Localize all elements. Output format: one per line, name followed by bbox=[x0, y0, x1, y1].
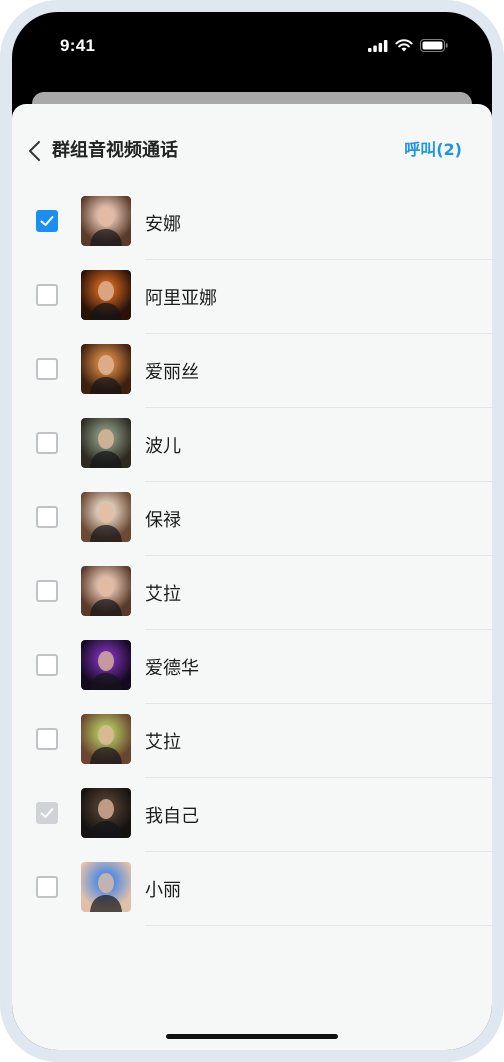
person-silhouette bbox=[90, 281, 122, 320]
contact-name: 爱丽丝 bbox=[145, 362, 199, 383]
contact-row[interactable]: 爱丽丝 bbox=[12, 334, 492, 408]
contact-checkbox[interactable] bbox=[36, 728, 58, 750]
contact-name: 艾拉 bbox=[145, 584, 181, 605]
contact-name: 爱德华 bbox=[145, 658, 199, 679]
person-silhouette bbox=[90, 355, 122, 394]
contact-avatar bbox=[81, 640, 131, 690]
contact-row[interactable]: 艾拉 bbox=[12, 704, 492, 778]
status-icons bbox=[368, 39, 448, 52]
cellular-signal-icon bbox=[368, 39, 388, 52]
wifi-icon bbox=[395, 39, 413, 52]
person-silhouette bbox=[90, 429, 122, 468]
contact-checkbox[interactable] bbox=[36, 506, 58, 528]
contact-row[interactable]: 我自己 bbox=[12, 778, 492, 852]
person-silhouette bbox=[90, 725, 122, 764]
person-silhouette bbox=[90, 503, 122, 542]
person-silhouette bbox=[90, 207, 122, 246]
device-frame: 9:41 群组音视频通话 呼叫(2) 安娜 阿里亚娜 爱丽丝 波儿 保禄 艾拉 … bbox=[0, 0, 504, 1062]
status-time: 9:41 bbox=[60, 36, 96, 55]
contact-checkbox[interactable] bbox=[36, 432, 58, 454]
contact-name: 小丽 bbox=[145, 880, 181, 901]
person-silhouette bbox=[90, 799, 122, 838]
chevron-left-icon[interactable] bbox=[26, 139, 46, 163]
contact-checkbox[interactable] bbox=[36, 284, 58, 306]
contact-avatar bbox=[81, 270, 131, 320]
contact-name: 波儿 bbox=[145, 436, 181, 457]
page-title: 群组音视频通话 bbox=[52, 140, 178, 161]
contact-name: 阿里亚娜 bbox=[145, 288, 217, 309]
contact-avatar bbox=[81, 566, 131, 616]
contact-checkbox[interactable] bbox=[36, 210, 58, 232]
status-bar: 9:41 bbox=[12, 12, 492, 82]
contact-checkbox[interactable] bbox=[36, 654, 58, 676]
contact-checkbox bbox=[36, 802, 58, 824]
contact-avatar bbox=[81, 196, 131, 246]
person-silhouette bbox=[90, 873, 122, 912]
contact-name: 安娜 bbox=[145, 214, 181, 235]
contact-checkbox[interactable] bbox=[36, 358, 58, 380]
checkmark-icon bbox=[40, 216, 54, 226]
contact-avatar bbox=[81, 714, 131, 764]
group-call-sheet: 群组音视频通话 呼叫(2) 安娜 阿里亚娜 爱丽丝 波儿 保禄 艾拉 爱德华 艾拉 我自己 小丽 bbox=[12, 104, 492, 1050]
contact-name: 我自己 bbox=[145, 806, 199, 827]
contact-checkbox[interactable] bbox=[36, 580, 58, 602]
contact-name: 保禄 bbox=[145, 510, 181, 531]
checkmark-icon bbox=[40, 808, 54, 818]
contact-row[interactable]: 阿里亚娜 bbox=[12, 260, 492, 334]
call-button[interactable]: 呼叫(2) bbox=[404, 136, 462, 160]
contact-row[interactable]: 保禄 bbox=[12, 482, 492, 556]
contact-list: 安娜 阿里亚娜 爱丽丝 波儿 保禄 艾拉 爱德华 艾拉 我自己 小丽 bbox=[12, 186, 492, 926]
sheet-header: 群组音视频通话 呼叫(2) bbox=[12, 104, 492, 194]
contact-row[interactable]: 波儿 bbox=[12, 408, 492, 482]
contact-row[interactable]: 小丽 bbox=[12, 852, 492, 926]
contact-avatar bbox=[81, 344, 131, 394]
contact-avatar bbox=[81, 418, 131, 468]
home-indicator bbox=[166, 1034, 338, 1039]
contact-avatar bbox=[81, 492, 131, 542]
person-silhouette bbox=[90, 651, 122, 690]
contact-avatar bbox=[81, 862, 131, 912]
person-silhouette bbox=[90, 577, 122, 616]
contact-row[interactable]: 艾拉 bbox=[12, 556, 492, 630]
contact-row[interactable]: 爱德华 bbox=[12, 630, 492, 704]
screen: 9:41 群组音视频通话 呼叫(2) 安娜 阿里亚娜 爱丽丝 波儿 保禄 艾拉 … bbox=[12, 12, 492, 1050]
row-divider bbox=[145, 925, 492, 926]
contact-name: 艾拉 bbox=[145, 732, 181, 753]
contact-avatar bbox=[81, 788, 131, 838]
contact-row[interactable]: 安娜 bbox=[12, 186, 492, 260]
contact-checkbox[interactable] bbox=[36, 876, 58, 898]
battery-icon bbox=[420, 39, 448, 52]
